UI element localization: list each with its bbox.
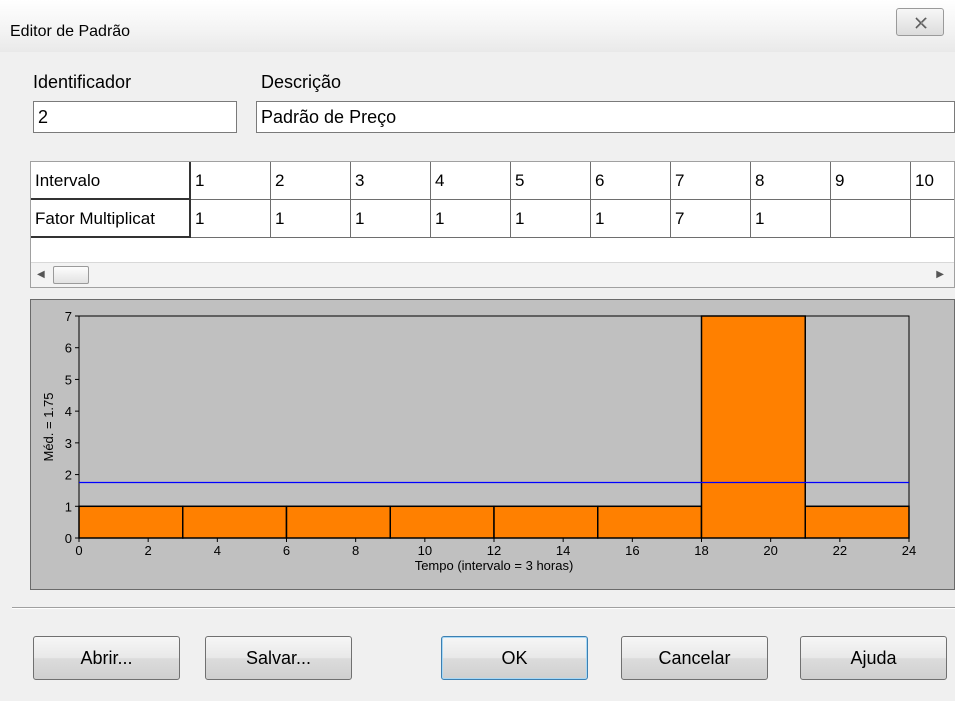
cancel-button[interactable]: Cancelar bbox=[621, 636, 768, 680]
title-bar: Editor de Padrão bbox=[0, 0, 955, 52]
interval-grid[interactable]: 10 9 1 8 7 7 1 6 1 5 1 4 1 3 1 2 1 1 Fator Multiplicat Inte… bbox=[30, 161, 955, 288]
ok-button[interactable]: OK bbox=[441, 636, 588, 680]
x-tick-label: 4 bbox=[214, 543, 221, 558]
factor-cell[interactable] bbox=[911, 200, 954, 238]
factor-cell[interactable]: 7 bbox=[671, 200, 751, 238]
interval-cell[interactable]: 6 bbox=[591, 162, 671, 200]
x-tick-label: 2 bbox=[145, 543, 152, 558]
x-tick-label: 24 bbox=[902, 543, 916, 558]
interval-cell[interactable]: 7 bbox=[671, 162, 751, 200]
interval-cell[interactable]: 5 bbox=[511, 162, 591, 200]
window-border-left bbox=[0, 52, 12, 701]
interval-cell[interactable]: 9 bbox=[831, 162, 911, 200]
y-tick-label: 0 bbox=[65, 531, 72, 546]
x-tick-label: 18 bbox=[694, 543, 708, 558]
row-header-interval[interactable]: Intervalo bbox=[31, 162, 191, 200]
scrollbar-thumb[interactable] bbox=[53, 266, 89, 284]
x-tick-label: 14 bbox=[556, 543, 570, 558]
x-tick-label: 16 bbox=[625, 543, 639, 558]
interval-cell[interactable]: 8 bbox=[751, 162, 831, 200]
chart-bar bbox=[597, 505, 703, 539]
interval-cell[interactable]: 10 bbox=[911, 162, 954, 200]
save-button[interactable]: Salvar... bbox=[205, 636, 352, 680]
dialog-window: Editor de Padrão Identificador 2 Descriç… bbox=[0, 0, 955, 701]
factor-cell[interactable]: 1 bbox=[191, 200, 271, 238]
interval-cell[interactable]: 1 bbox=[191, 162, 271, 200]
close-button[interactable] bbox=[896, 8, 944, 36]
y-tick-label: 6 bbox=[65, 341, 72, 356]
x-tick-label: 20 bbox=[763, 543, 777, 558]
close-x-icon bbox=[915, 17, 928, 29]
x-tick-label: 0 bbox=[75, 543, 82, 558]
y-tick-label: 4 bbox=[65, 404, 72, 419]
y-tick-label: 5 bbox=[65, 372, 72, 387]
chart-bar bbox=[78, 505, 184, 539]
x-tick-label: 6 bbox=[283, 543, 290, 558]
factor-cell[interactable] bbox=[831, 200, 911, 238]
y-tick-label: 7 bbox=[65, 309, 72, 324]
factor-cell[interactable]: 1 bbox=[271, 200, 351, 238]
x-tick-label: 22 bbox=[833, 543, 847, 558]
scroll-right-icon[interactable]: ▶ bbox=[936, 269, 944, 280]
identifier-field[interactable]: 2 bbox=[33, 101, 237, 133]
description-field[interactable]: Padrão de Preço bbox=[256, 101, 955, 133]
y-axis-title: Méd. = 1.75 bbox=[41, 392, 56, 461]
factor-cell[interactable]: 1 bbox=[591, 200, 671, 238]
factor-cell[interactable]: 1 bbox=[751, 200, 831, 238]
help-button[interactable]: Ajuda bbox=[800, 636, 947, 680]
interval-cell[interactable]: 3 bbox=[351, 162, 431, 200]
chart-bar bbox=[700, 315, 806, 539]
pattern-chart: 0 1 2 3 4 5 6 7 0 2 4 6 8 10 12 14 16 18 20 22 24 Tempo (inte… bbox=[30, 299, 955, 590]
y-tick-label: 1 bbox=[65, 499, 72, 514]
identifier-label: Identificador bbox=[33, 72, 132, 92]
chart-svg: 012345670 2 4 6 8 10 12 14 16 18 20 22 24Tempo (inte… bbox=[41, 309, 916, 573]
scroll-left-icon[interactable]: ◀ bbox=[37, 269, 45, 280]
description-label: Descrição bbox=[261, 72, 342, 92]
y-tick-label: 2 bbox=[65, 468, 72, 483]
x-axis-title: Tempo (intervalo = 3 horas) bbox=[415, 558, 574, 573]
window-title: Editor de Padrão bbox=[10, 23, 131, 40]
horizontal-scrollbar[interactable]: ◀ ▶ bbox=[31, 262, 954, 287]
separator bbox=[12, 607, 955, 609]
chart-bar bbox=[389, 505, 495, 539]
chart-bar bbox=[804, 505, 910, 539]
interval-cell[interactable]: 2 bbox=[271, 162, 351, 200]
factor-cell[interactable]: 1 bbox=[511, 200, 591, 238]
row-header-factor[interactable]: Fator Multiplicat bbox=[31, 200, 191, 238]
chart-bar bbox=[493, 505, 599, 539]
y-tick-label: 3 bbox=[65, 436, 72, 451]
x-tick-label: 10 bbox=[418, 543, 432, 558]
interval-cell[interactable]: 4 bbox=[431, 162, 511, 200]
chart-bar bbox=[285, 505, 391, 539]
chart-bar bbox=[182, 505, 288, 539]
factor-cell[interactable]: 1 bbox=[431, 200, 511, 238]
factor-cell[interactable]: 1 bbox=[351, 200, 431, 238]
open-button[interactable]: Abrir... bbox=[33, 636, 180, 680]
x-tick-label: 12 bbox=[487, 543, 501, 558]
x-tick-label: 8 bbox=[352, 543, 359, 558]
